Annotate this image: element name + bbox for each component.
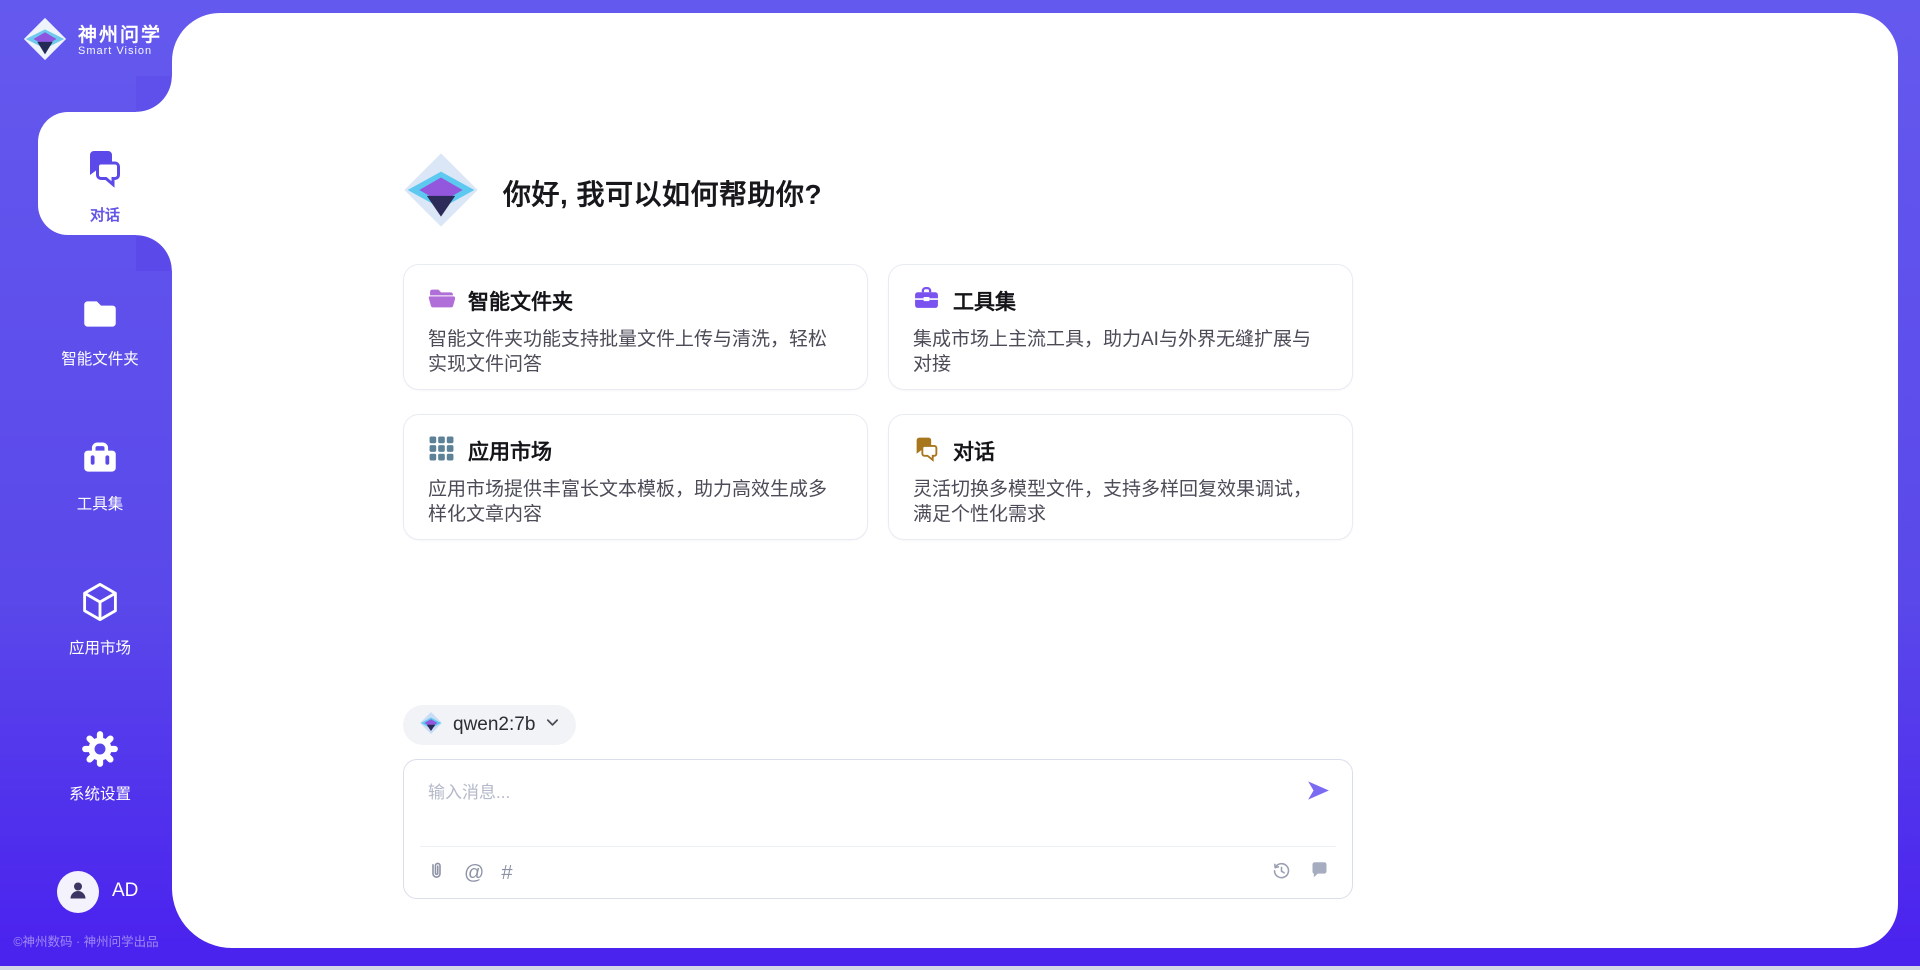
sidebar-item-label: 系统设置 <box>69 782 131 804</box>
card-smart-folder[interactable]: 智能文件夹 智能文件夹功能支持批量文件上传与清洗，轻松实现文件问答 <box>403 264 868 390</box>
model-name: qwen2:7b <box>453 714 535 736</box>
gear-icon <box>79 728 121 775</box>
card-title: 对话 <box>953 436 995 466</box>
briefcase-icon <box>913 285 940 317</box>
card-description: 集成市场上主流工具，助力AI与外界无缝扩展与对接 <box>913 327 1328 378</box>
sidebar-item-chat[interactable]: 对话 <box>38 146 172 225</box>
main-content: 你好, 我可以如何帮助你? 智能文件夹 智能文件夹功能支持批量文件上传与清洗，轻… <box>403 0 1353 970</box>
chat-icon <box>913 435 940 467</box>
card-description: 灵活切换多模型文件，支持多样回复效果调试，满足个性化需求 <box>913 477 1328 528</box>
mention-button[interactable]: @ <box>464 863 484 883</box>
card-app-market[interactable]: 应用市场 应用市场提供丰富长文本模板，助力高效生成多样化文章内容 <box>403 414 868 540</box>
topic-button[interactable]: # <box>501 863 512 883</box>
sidebar-item-label: 应用市场 <box>69 636 131 658</box>
composer-divider <box>420 846 1336 847</box>
attach-button[interactable] <box>426 860 447 886</box>
card-chat[interactable]: 对话 灵活切换多模型文件，支持多样回复效果调试，满足个性化需求 <box>888 414 1353 540</box>
sidebar-item-toolset[interactable]: 工具集 <box>14 438 186 514</box>
briefcase-icon <box>79 438 121 485</box>
model-diamond-icon <box>419 711 443 740</box>
app-root: 神州问学 Smart Vision 对话 智能文件夹 <box>0 0 1920 970</box>
sidebar-item-app-market[interactable]: 应用市场 <box>14 580 186 658</box>
history-clock-icon <box>1271 860 1292 886</box>
sidebar-item-label: 工具集 <box>77 492 124 514</box>
chat-bubble-icon <box>1309 860 1330 886</box>
send-icon <box>1305 777 1332 807</box>
sidebar-footer: ©神州数码 · 神州问学出品 <box>0 931 172 950</box>
avatar <box>57 871 99 913</box>
sidebar-item-smart-folder[interactable]: 智能文件夹 <box>14 293 186 369</box>
feature-cards: 智能文件夹 智能文件夹功能支持批量文件上传与清洗，轻松实现文件问答 工具集 <box>403 264 1353 540</box>
card-toolset[interactable]: 工具集 集成市场上主流工具，助力AI与外界无缝扩展与对接 <box>888 264 1353 390</box>
hash-icon: # <box>501 863 512 883</box>
assistant-diamond-icon <box>401 150 481 235</box>
person-icon <box>66 878 90 907</box>
chat-icon <box>82 146 128 197</box>
folder-icon <box>79 293 121 340</box>
card-description: 智能文件夹功能支持批量文件上传与清洗，轻松实现文件问答 <box>428 327 843 378</box>
at-icon: @ <box>464 863 484 883</box>
history-button[interactable] <box>1271 860 1292 886</box>
greeting-block: 你好, 我可以如何帮助你? <box>401 150 822 235</box>
grid-icon <box>428 435 455 467</box>
card-title: 应用市场 <box>468 436 552 466</box>
brand-subtitle: Smart Vision <box>78 45 162 57</box>
brand-logo: 神州问学 Smart Vision <box>22 16 162 67</box>
sidebar-item-label: 对话 <box>90 204 120 225</box>
paperclip-icon <box>426 860 447 886</box>
folder-open-icon <box>428 285 455 317</box>
chevron-down-icon <box>545 715 560 735</box>
user-initials: AD <box>112 880 138 902</box>
model-selector[interactable]: qwen2:7b <box>403 705 576 745</box>
card-title: 智能文件夹 <box>468 286 573 316</box>
send-button[interactable] <box>1304 778 1332 806</box>
sidebar-item-settings[interactable]: 系统设置 <box>14 728 186 804</box>
card-description: 应用市场提供丰富长文本模板，助力高效生成多样化文章内容 <box>428 477 843 528</box>
greeting-title: 你好, 我可以如何帮助你? <box>503 173 822 213</box>
brand-diamond-icon <box>22 16 68 67</box>
card-title: 工具集 <box>953 286 1016 316</box>
user-account[interactable]: AD <box>0 871 172 915</box>
sidebar-item-label: 智能文件夹 <box>61 347 139 369</box>
message-input[interactable] <box>426 776 1270 838</box>
chat-bubble-button[interactable] <box>1309 860 1330 886</box>
composer-toolbar: @ # <box>426 858 1330 888</box>
sidebar: 神州问学 Smart Vision 对话 智能文件夹 <box>0 0 172 970</box>
message-composer: @ # <box>403 759 1353 899</box>
brand-name: 神州问学 <box>78 26 162 46</box>
cube-icon <box>78 580 122 629</box>
